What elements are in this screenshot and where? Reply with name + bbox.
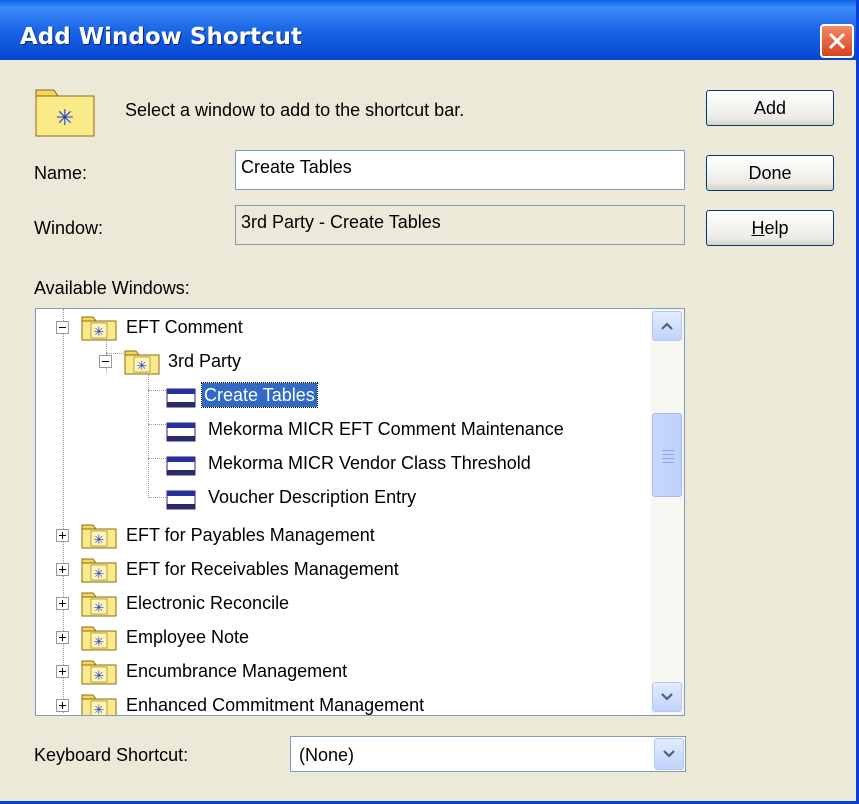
folder-icon: ✳ — [81, 557, 117, 587]
tree-node-label[interactable]: Encumbrance Management — [124, 659, 349, 683]
window-icon — [166, 422, 196, 446]
available-windows-tree[interactable]: ✳ EFT Comment ✳ 3rd Party Create Tables Mekor… — [35, 308, 685, 716]
tree-node-label[interactable]: EFT for Receivables Management — [124, 557, 401, 581]
keyboard-shortcut-value: (None) — [299, 745, 355, 765]
svg-text:✳: ✳ — [94, 325, 105, 340]
tree-node[interactable]: ✳ EFT for Receivables Management — [36, 555, 646, 585]
tree-node[interactable]: ✳ Employee Note — [36, 623, 646, 653]
scroll-up-button[interactable] — [652, 311, 682, 341]
dropdown-button[interactable] — [654, 738, 684, 770]
tree-scrollbar[interactable] — [651, 309, 684, 715]
name-label: Name: — [34, 163, 88, 183]
svg-text:✳: ✳ — [56, 106, 74, 131]
tree-node-label[interactable]: EFT for Payables Management — [124, 523, 377, 547]
window-icon — [166, 490, 196, 514]
svg-text:✳: ✳ — [94, 533, 105, 548]
window-readonly-field: 3rd Party - Create Tables — [235, 205, 685, 245]
title-bar[interactable]: Add Window Shortcut — [0, 0, 856, 60]
scroll-down-button[interactable] — [652, 682, 682, 712]
tree-node[interactable]: ✳ 3rd Party — [36, 347, 646, 377]
folder-icon: ✳ — [81, 659, 117, 689]
svg-text:✳: ✳ — [94, 635, 105, 650]
available-windows-label: Available Windows: — [34, 278, 190, 298]
tree-node-label[interactable]: Employee Note — [124, 625, 251, 649]
add-window-shortcut-dialog: Add Window Shortcut ✳ Select a window to… — [0, 0, 859, 804]
add-button[interactable]: Add — [706, 90, 834, 126]
instruction-text: Select a window to add to the shortcut b… — [125, 100, 465, 120]
tree-node[interactable]: ✳ Electronic Reconcile — [36, 589, 646, 619]
svg-text:✳: ✳ — [137, 359, 148, 374]
chevron-up-icon — [661, 322, 673, 330]
scroll-thumb[interactable] — [652, 413, 682, 497]
tree-node[interactable]: Create Tables — [36, 381, 646, 411]
chevron-down-icon — [661, 693, 673, 701]
expand-toggle-icon[interactable] — [56, 631, 69, 644]
expand-toggle-icon[interactable] — [56, 597, 69, 610]
tree-node[interactable]: ✳ Enhanced Commitment Management — [36, 691, 646, 716]
tree-node-label[interactable]: Enhanced Commitment Management — [124, 693, 426, 715]
close-icon — [828, 32, 846, 50]
help-button[interactable]: Help — [706, 210, 834, 246]
help-accelerator: H — [751, 218, 765, 238]
folder-icon: ✳ — [81, 625, 117, 655]
expand-toggle-icon[interactable] — [56, 529, 69, 542]
tree-node-label[interactable]: Electronic Reconcile — [124, 591, 291, 615]
window-icon — [166, 388, 196, 412]
tree-node[interactable]: Mekorma MICR Vendor Class Threshold — [36, 449, 646, 479]
expand-toggle-icon[interactable] — [56, 699, 69, 712]
done-button[interactable]: Done — [706, 155, 834, 191]
window-label: Window: — [34, 218, 104, 238]
folder-icon: ✳ — [81, 523, 117, 553]
tree-node-label[interactable]: Voucher Description Entry — [206, 485, 418, 509]
tree-node-label[interactable]: Create Tables — [201, 382, 318, 408]
keyboard-shortcut-label: Keyboard Shortcut: — [34, 745, 189, 765]
svg-text:✳: ✳ — [94, 703, 105, 716]
expand-toggle-icon[interactable] — [56, 563, 69, 576]
expand-toggle-icon[interactable] — [56, 665, 69, 678]
collapse-toggle-icon[interactable] — [56, 321, 69, 334]
window-icon — [166, 456, 196, 480]
tree-node-label[interactable]: Mekorma MICR EFT Comment Maintenance — [206, 417, 566, 441]
folder-icon: ✳ — [81, 591, 117, 621]
tree-node-label[interactable]: EFT Comment — [124, 315, 245, 339]
keyboard-shortcut-select[interactable]: (None) — [290, 736, 686, 772]
chevron-down-icon — [663, 750, 675, 758]
tree-node[interactable]: ✳ Encumbrance Management — [36, 657, 646, 687]
tree-node[interactable]: Voucher Description Entry — [36, 483, 646, 513]
tree-node-label[interactable]: Mekorma MICR Vendor Class Threshold — [206, 451, 533, 475]
tree-node[interactable]: Mekorma MICR EFT Comment Maintenance — [36, 415, 646, 445]
svg-text:✳: ✳ — [94, 669, 105, 684]
shortcut-folder-icon: ✳ — [35, 89, 95, 137]
window-title: Add Window Shortcut — [20, 24, 302, 50]
tree-node[interactable]: ✳ EFT for Payables Management — [36, 521, 646, 551]
tree-node-label[interactable]: 3rd Party — [166, 349, 243, 373]
svg-text:✳: ✳ — [94, 567, 105, 582]
tree-node[interactable]: ✳ EFT Comment — [36, 313, 646, 343]
folder-icon: ✳ — [124, 349, 160, 379]
name-input[interactable]: Create Tables — [235, 150, 685, 190]
svg-text:✳: ✳ — [94, 601, 105, 616]
help-label-rest: elp — [764, 218, 789, 238]
folder-icon: ✳ — [81, 315, 117, 345]
close-button[interactable] — [820, 24, 854, 58]
collapse-toggle-icon[interactable] — [99, 355, 112, 368]
folder-icon: ✳ — [81, 693, 117, 716]
